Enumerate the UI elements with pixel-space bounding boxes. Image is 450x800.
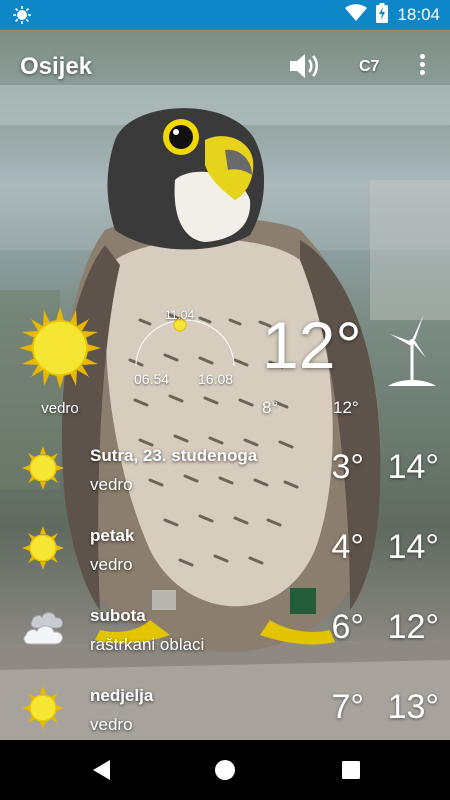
today-max-temp: 12° xyxy=(333,398,359,417)
unit-toggle-button[interactable]: C7 xyxy=(359,58,379,76)
sunrise-time: 06.54 xyxy=(134,371,170,387)
solar-noon: 11.04 xyxy=(165,308,195,322)
forecast-max-temp: 12° xyxy=(387,608,439,646)
forecast-day: Sutra, 23. studenoga xyxy=(90,446,258,465)
today-min-temp: 8° xyxy=(262,398,279,417)
forecast-max-temp: 13° xyxy=(387,688,439,726)
sun-icon xyxy=(22,526,64,575)
wifi-icon xyxy=(345,3,368,27)
home-button[interactable] xyxy=(214,758,236,787)
cloud-icon xyxy=(22,606,70,653)
navigation-bar xyxy=(0,740,450,800)
weather-notification-icon xyxy=(13,6,31,29)
sun-icon xyxy=(22,446,64,495)
battery-charging-icon xyxy=(376,2,389,28)
forecast-min-temp: 6° xyxy=(331,608,364,646)
forecast-condition: vedro xyxy=(90,555,133,574)
forecast-row[interactable]: subota raštrkani oblaci 6° 12° xyxy=(0,606,450,676)
forecast-day: subota xyxy=(90,606,146,625)
current-condition: vedro xyxy=(41,400,79,417)
current-temperature: 12° xyxy=(262,308,362,382)
city-name[interactable]: Osijek xyxy=(20,53,92,81)
forecast-row[interactable]: Sutra, 23. studenoga vedro 3° 14° xyxy=(0,446,450,516)
forecast-max-temp: 14° xyxy=(387,448,439,486)
speaker-icon[interactable] xyxy=(288,50,322,87)
more-options-icon[interactable] xyxy=(414,54,430,78)
forecast-condition: raštrkani oblaci xyxy=(90,635,205,654)
forecast-min-temp: 7° xyxy=(331,688,364,726)
forecast-max-temp: 14° xyxy=(387,528,439,566)
sun-icon xyxy=(19,307,101,394)
forecast-condition: vedro xyxy=(90,475,133,494)
forecast-min-temp: 4° xyxy=(331,528,364,566)
status-time: 18:04 xyxy=(397,5,440,24)
status-bar: 18:04 xyxy=(0,0,450,30)
forecast-day: nedjelja xyxy=(90,686,154,705)
forecast-day: petak xyxy=(90,526,135,545)
sunset-time: 16.08 xyxy=(198,371,234,387)
weather-screen: 18:04 Osijek C7 vedro 11.04 06.54 16.08 … xyxy=(0,0,450,800)
forecast-condition: vedro xyxy=(90,715,133,734)
sun-icon xyxy=(22,686,64,735)
wind-turbine-icon xyxy=(386,312,438,393)
back-button[interactable] xyxy=(90,758,112,787)
forecast-min-temp: 3° xyxy=(331,448,364,486)
forecast-row[interactable]: petak vedro 4° 14° xyxy=(0,526,450,596)
recents-button[interactable] xyxy=(340,758,362,787)
